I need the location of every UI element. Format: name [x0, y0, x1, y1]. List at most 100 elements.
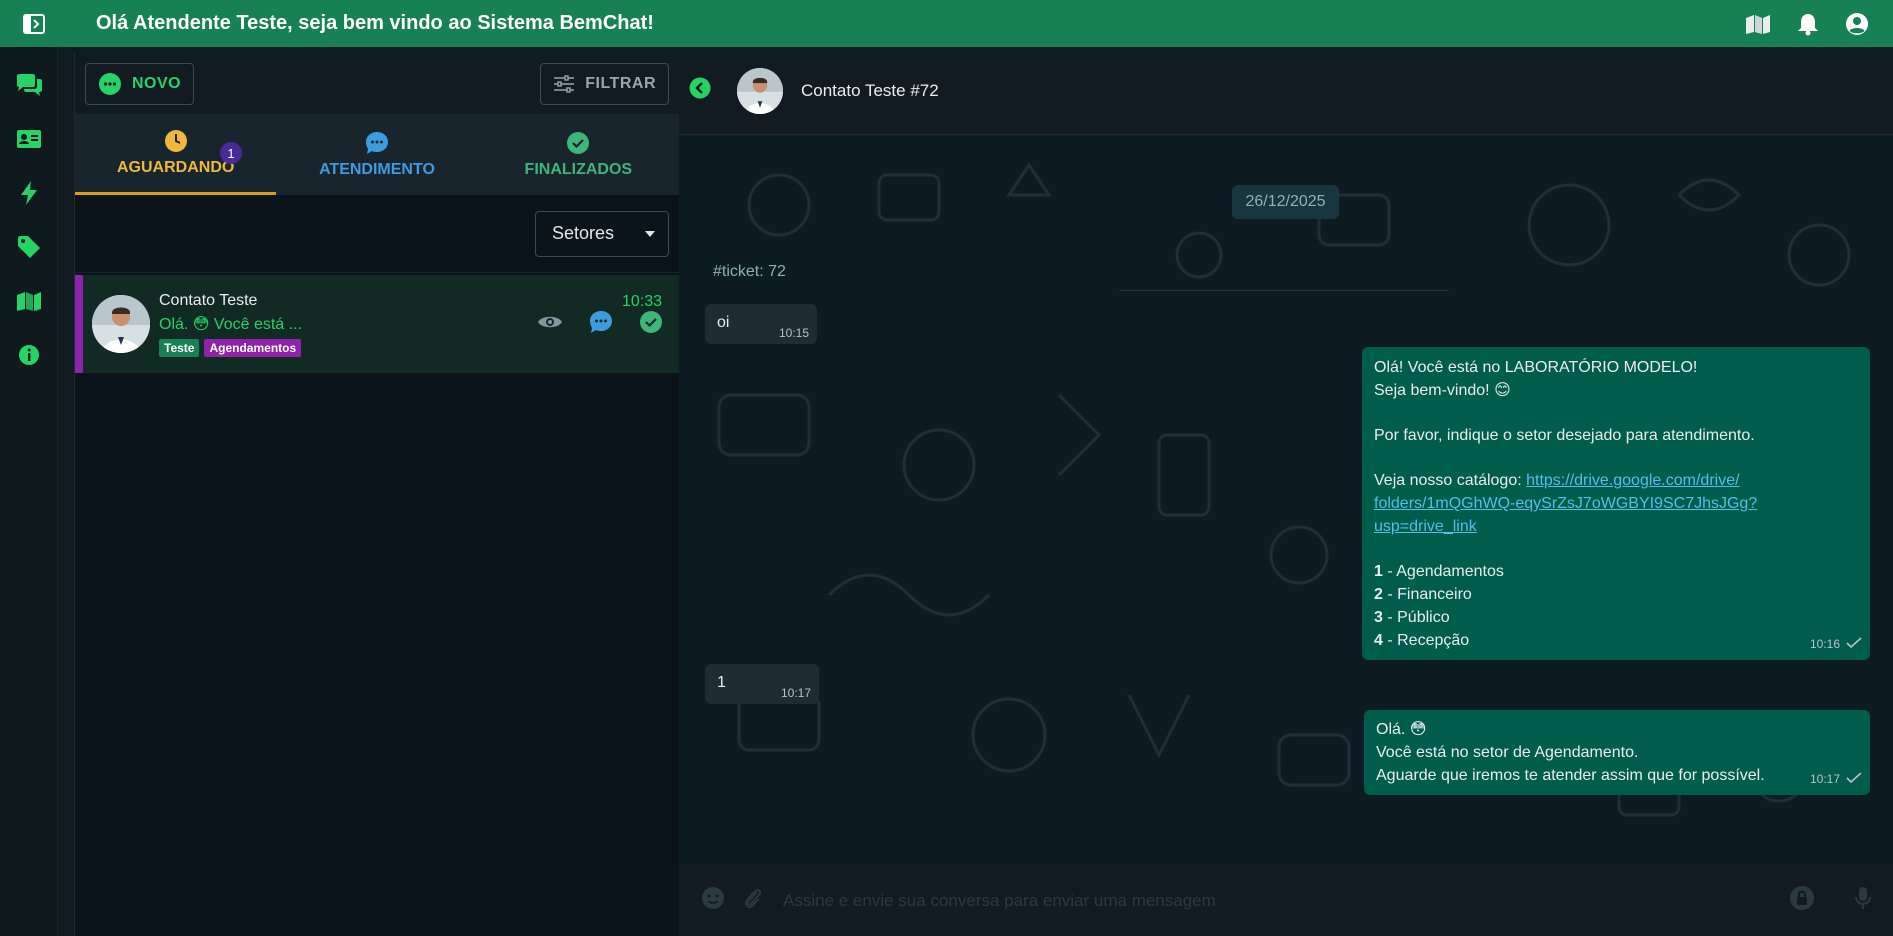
sidebar-toggle-icon	[23, 13, 45, 34]
chat-panel: Contato Teste #72 26/12/2025 #ticket: 72	[679, 47, 1893, 936]
message-line: Seja bem-vindo! 😊	[1374, 382, 1511, 399]
catalog-link-continued[interactable]: usp=drive_link	[1374, 515, 1858, 538]
contact-card-icon	[16, 130, 41, 148]
chat-contact-name: Contato Teste #72	[801, 80, 939, 100]
caret-down-icon	[645, 230, 655, 237]
sidebar-nav	[0, 47, 58, 936]
ticket-contact-name: Contato Teste	[159, 291, 258, 309]
date-separator-chip: 26/12/2025	[1232, 185, 1339, 219]
sector-select-value: Setores	[552, 223, 615, 243]
ticket-time: 10:33	[621, 293, 662, 310]
person-photo-icon	[92, 295, 150, 353]
new-ticket-label: NOVO	[132, 74, 182, 92]
tag-teste: Teste	[159, 338, 200, 357]
outgoing-message-bubble[interactable]: Olá! Você está no LABORATÓRIO MODELO! Se…	[1362, 347, 1870, 660]
message-line: Por favor, indique o setor desejado para…	[1374, 427, 1755, 444]
person-photo-icon	[737, 67, 783, 114]
account-avatar-icon[interactable]	[1845, 12, 1869, 36]
incoming-message-text: 1	[717, 674, 726, 691]
sector-select[interactable]: Setores	[535, 210, 669, 257]
ticket-number-label: #ticket: 72	[713, 263, 786, 280]
notifications-bell-icon[interactable]	[1797, 12, 1819, 36]
message-line: Olá! Você está no LABORATÓRIO MODELO!	[1374, 359, 1698, 376]
back-chevron-icon[interactable]	[689, 77, 711, 104]
option-number: 3	[1374, 609, 1383, 626]
option-text: - Agendamentos	[1382, 563, 1504, 580]
sidebar-item-contacts[interactable]	[13, 123, 45, 155]
filter-label: FILTRAR	[585, 74, 656, 92]
info-icon	[18, 345, 39, 365]
message-input[interactable]: Assine e envie sua conversa para enviar …	[783, 891, 1789, 911]
message-line: Você está no setor de Agendamento.	[1376, 744, 1639, 761]
tab-finalizados[interactable]: FINALIZADOS	[478, 114, 679, 195]
map-catalog-icon	[16, 292, 41, 311]
sidebar-item-catalog[interactable]	[13, 285, 45, 317]
top-bar: Olá Atendente Teste, seja bem vindo ao S…	[0, 0, 1893, 47]
tab-atendimento[interactable]: ATENDIMENTO	[276, 114, 477, 195]
sidebar-item-info[interactable]	[13, 339, 45, 371]
view-eye-icon[interactable]	[537, 313, 563, 336]
catalog-link[interactable]: https://drive.google.com/drive/	[1526, 472, 1739, 489]
menu-option: 2 - Financeiro	[1374, 583, 1858, 606]
menu-toggle-button[interactable]	[0, 0, 68, 47]
outgoing-message-bubble[interactable]: Olá. 😳 Você está no setor de Agendamento…	[1364, 710, 1870, 795]
catalog-icon[interactable]	[1745, 13, 1771, 35]
chat-header: Contato Teste #72	[679, 47, 1893, 135]
menu-option: 1 - Agendamentos	[1374, 560, 1858, 583]
menu-option: 3 - Público	[1374, 606, 1858, 629]
message-line: Aguarde que iremos te atender assim que …	[1376, 767, 1765, 784]
sidebar-item-chats[interactable]	[13, 69, 45, 101]
catalog-prefix-text: Veja nosso catálogo:	[1374, 472, 1527, 489]
ticket-status-tabs: AGUARDANDO 1 ATENDIMENTO FINALIZADOS	[75, 114, 679, 195]
incoming-message-bubble[interactable]: oi 10:15	[705, 304, 817, 344]
option-text: - Público	[1382, 609, 1450, 626]
sector-filter-row: Setores	[75, 195, 679, 273]
tab-atendimento-label: ATENDIMENTO	[319, 160, 435, 178]
sidebar-item-tags[interactable]	[13, 231, 45, 263]
ticket-divider-line	[1119, 290, 1449, 291]
chat-bubbles-icon	[16, 74, 42, 96]
message-line: Olá. 😳	[1376, 721, 1427, 738]
attach-paperclip-icon[interactable]	[743, 886, 763, 915]
tab-finalizados-label: FINALIZADOS	[524, 160, 633, 178]
menu-option: 4 - Recepção	[1374, 629, 1858, 652]
tag-icon	[17, 236, 40, 258]
sent-check-icon	[1846, 633, 1862, 656]
tag-agendamentos: Agendamentos	[204, 338, 302, 357]
lightning-bolt-icon	[20, 181, 37, 205]
tickets-panel: NOVO FILTRAR AGUARDANDO 1 ATENDIMENTO FI…	[74, 53, 679, 936]
check-circle-icon	[567, 131, 590, 154]
option-text: - Financeiro	[1382, 586, 1472, 603]
clock-icon	[164, 130, 187, 152]
ticket-last-message: Olá. 😳 Você está ...	[159, 315, 302, 333]
waiting-count-badge: 1	[220, 142, 242, 164]
sidebar-item-quick-replies[interactable]	[13, 177, 45, 209]
messages-area[interactable]: 26/12/2025 #ticket: 72 oi 10:15 Olá! Voc…	[679, 135, 1893, 865]
resolve-check-icon[interactable]	[639, 310, 663, 339]
contact-avatar	[92, 295, 150, 353]
new-ticket-button[interactable]: NOVO	[85, 62, 195, 105]
chat-contact-avatar[interactable]	[737, 67, 783, 114]
microphone-icon[interactable]	[1855, 886, 1871, 915]
message-timestamp: 10:16	[1809, 637, 1840, 651]
option-number: 2	[1374, 586, 1383, 603]
catalog-link-continued[interactable]: folders/1mQGhWQ-eqySrZsJ7oWGBYI9SC7JhsJG…	[1374, 492, 1858, 515]
accept-chat-icon[interactable]	[589, 310, 613, 339]
message-composer: Assine e envie sua conversa para enviar …	[679, 865, 1893, 936]
welcome-title: Olá Atendente Teste, seja bem vindo ao S…	[96, 12, 654, 34]
tab-aguardando-label: AGUARDANDO	[117, 159, 235, 176]
tab-aguardando[interactable]: AGUARDANDO 1	[75, 114, 277, 195]
emoji-icon[interactable]	[701, 886, 725, 915]
message-timestamp: 10:17	[1809, 772, 1840, 786]
incoming-message-text: oi	[717, 314, 730, 331]
message-timestamp: 10:15	[778, 326, 809, 340]
tickets-toolbar: NOVO FILTRAR	[75, 53, 679, 114]
whatsapp-chat-icon	[99, 72, 121, 95]
chat-dots-icon	[365, 131, 388, 154]
ticket-list-item[interactable]: Contato Teste Olá. 😳 Você está ... Teste…	[75, 275, 679, 373]
sliders-icon	[554, 74, 575, 93]
signature-lock-icon[interactable]	[1789, 885, 1815, 916]
sent-check-icon	[1846, 768, 1862, 791]
incoming-message-bubble[interactable]: 1 10:17	[705, 664, 819, 704]
filter-button[interactable]: FILTRAR	[540, 62, 669, 105]
